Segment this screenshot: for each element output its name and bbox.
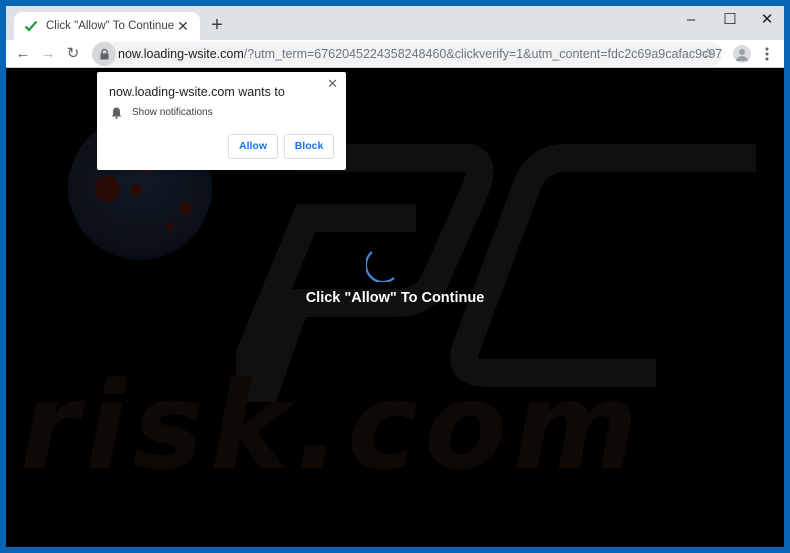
bell-icon — [111, 107, 122, 119]
minimize-button[interactable]: – — [674, 8, 708, 32]
active-tab[interactable]: Click "Allow" To Continue ✕ — [14, 12, 200, 40]
notification-permission-popup: now.loading-wsite.com wants to ✕ Show no… — [97, 72, 346, 170]
page-message: Click "Allow" To Continue — [305, 290, 485, 306]
tab-title: Click "Allow" To Continue — [46, 20, 175, 32]
menu-kebab-icon[interactable] — [760, 43, 774, 65]
back-button[interactable]: ← — [12, 43, 34, 65]
close-window-button[interactable]: ✕ — [750, 8, 784, 32]
green-checkmark-icon — [24, 20, 38, 32]
tab-close-icon[interactable]: ✕ — [176, 18, 190, 35]
profile-avatar-icon[interactable] — [733, 45, 751, 63]
new-tab-button[interactable]: + — [206, 15, 228, 37]
popup-close-icon[interactable]: ✕ — [327, 76, 338, 92]
maximize-button[interactable]: ☐ — [713, 8, 747, 32]
block-button[interactable]: Block — [284, 134, 334, 159]
address-bar[interactable]: now.loading-wsite.com/?utm_term=67620452… — [92, 42, 722, 66]
watermark-text: risk.com — [20, 358, 644, 497]
url-domain: now.loading-wsite.com — [118, 47, 244, 61]
url-path: /?utm_term=6762045224358248460&clickveri… — [243, 47, 722, 61]
toolbar: ← → ↻ now.loading-wsite.com/?utm_term=67… — [6, 40, 784, 68]
allow-button[interactable]: Allow — [228, 134, 278, 159]
url-text[interactable]: now.loading-wsite.com/?utm_term=67620452… — [118, 47, 722, 61]
bookmark-star-icon[interactable]: ☆ — [701, 45, 714, 62]
tab-bar: Click "Allow" To Continue ✕ + – ☐ ✕ — [6, 6, 784, 40]
permission-label: Show notifications — [132, 107, 213, 118]
loading-spinner-icon — [366, 251, 395, 282]
lock-icon[interactable] — [92, 42, 116, 66]
reload-button[interactable]: ↻ — [62, 43, 84, 65]
popup-title: now.loading-wsite.com wants to — [109, 85, 285, 99]
forward-button[interactable]: → — [37, 43, 59, 65]
browser-window: Click "Allow" To Continue ✕ + – ☐ ✕ ← → … — [6, 6, 784, 547]
